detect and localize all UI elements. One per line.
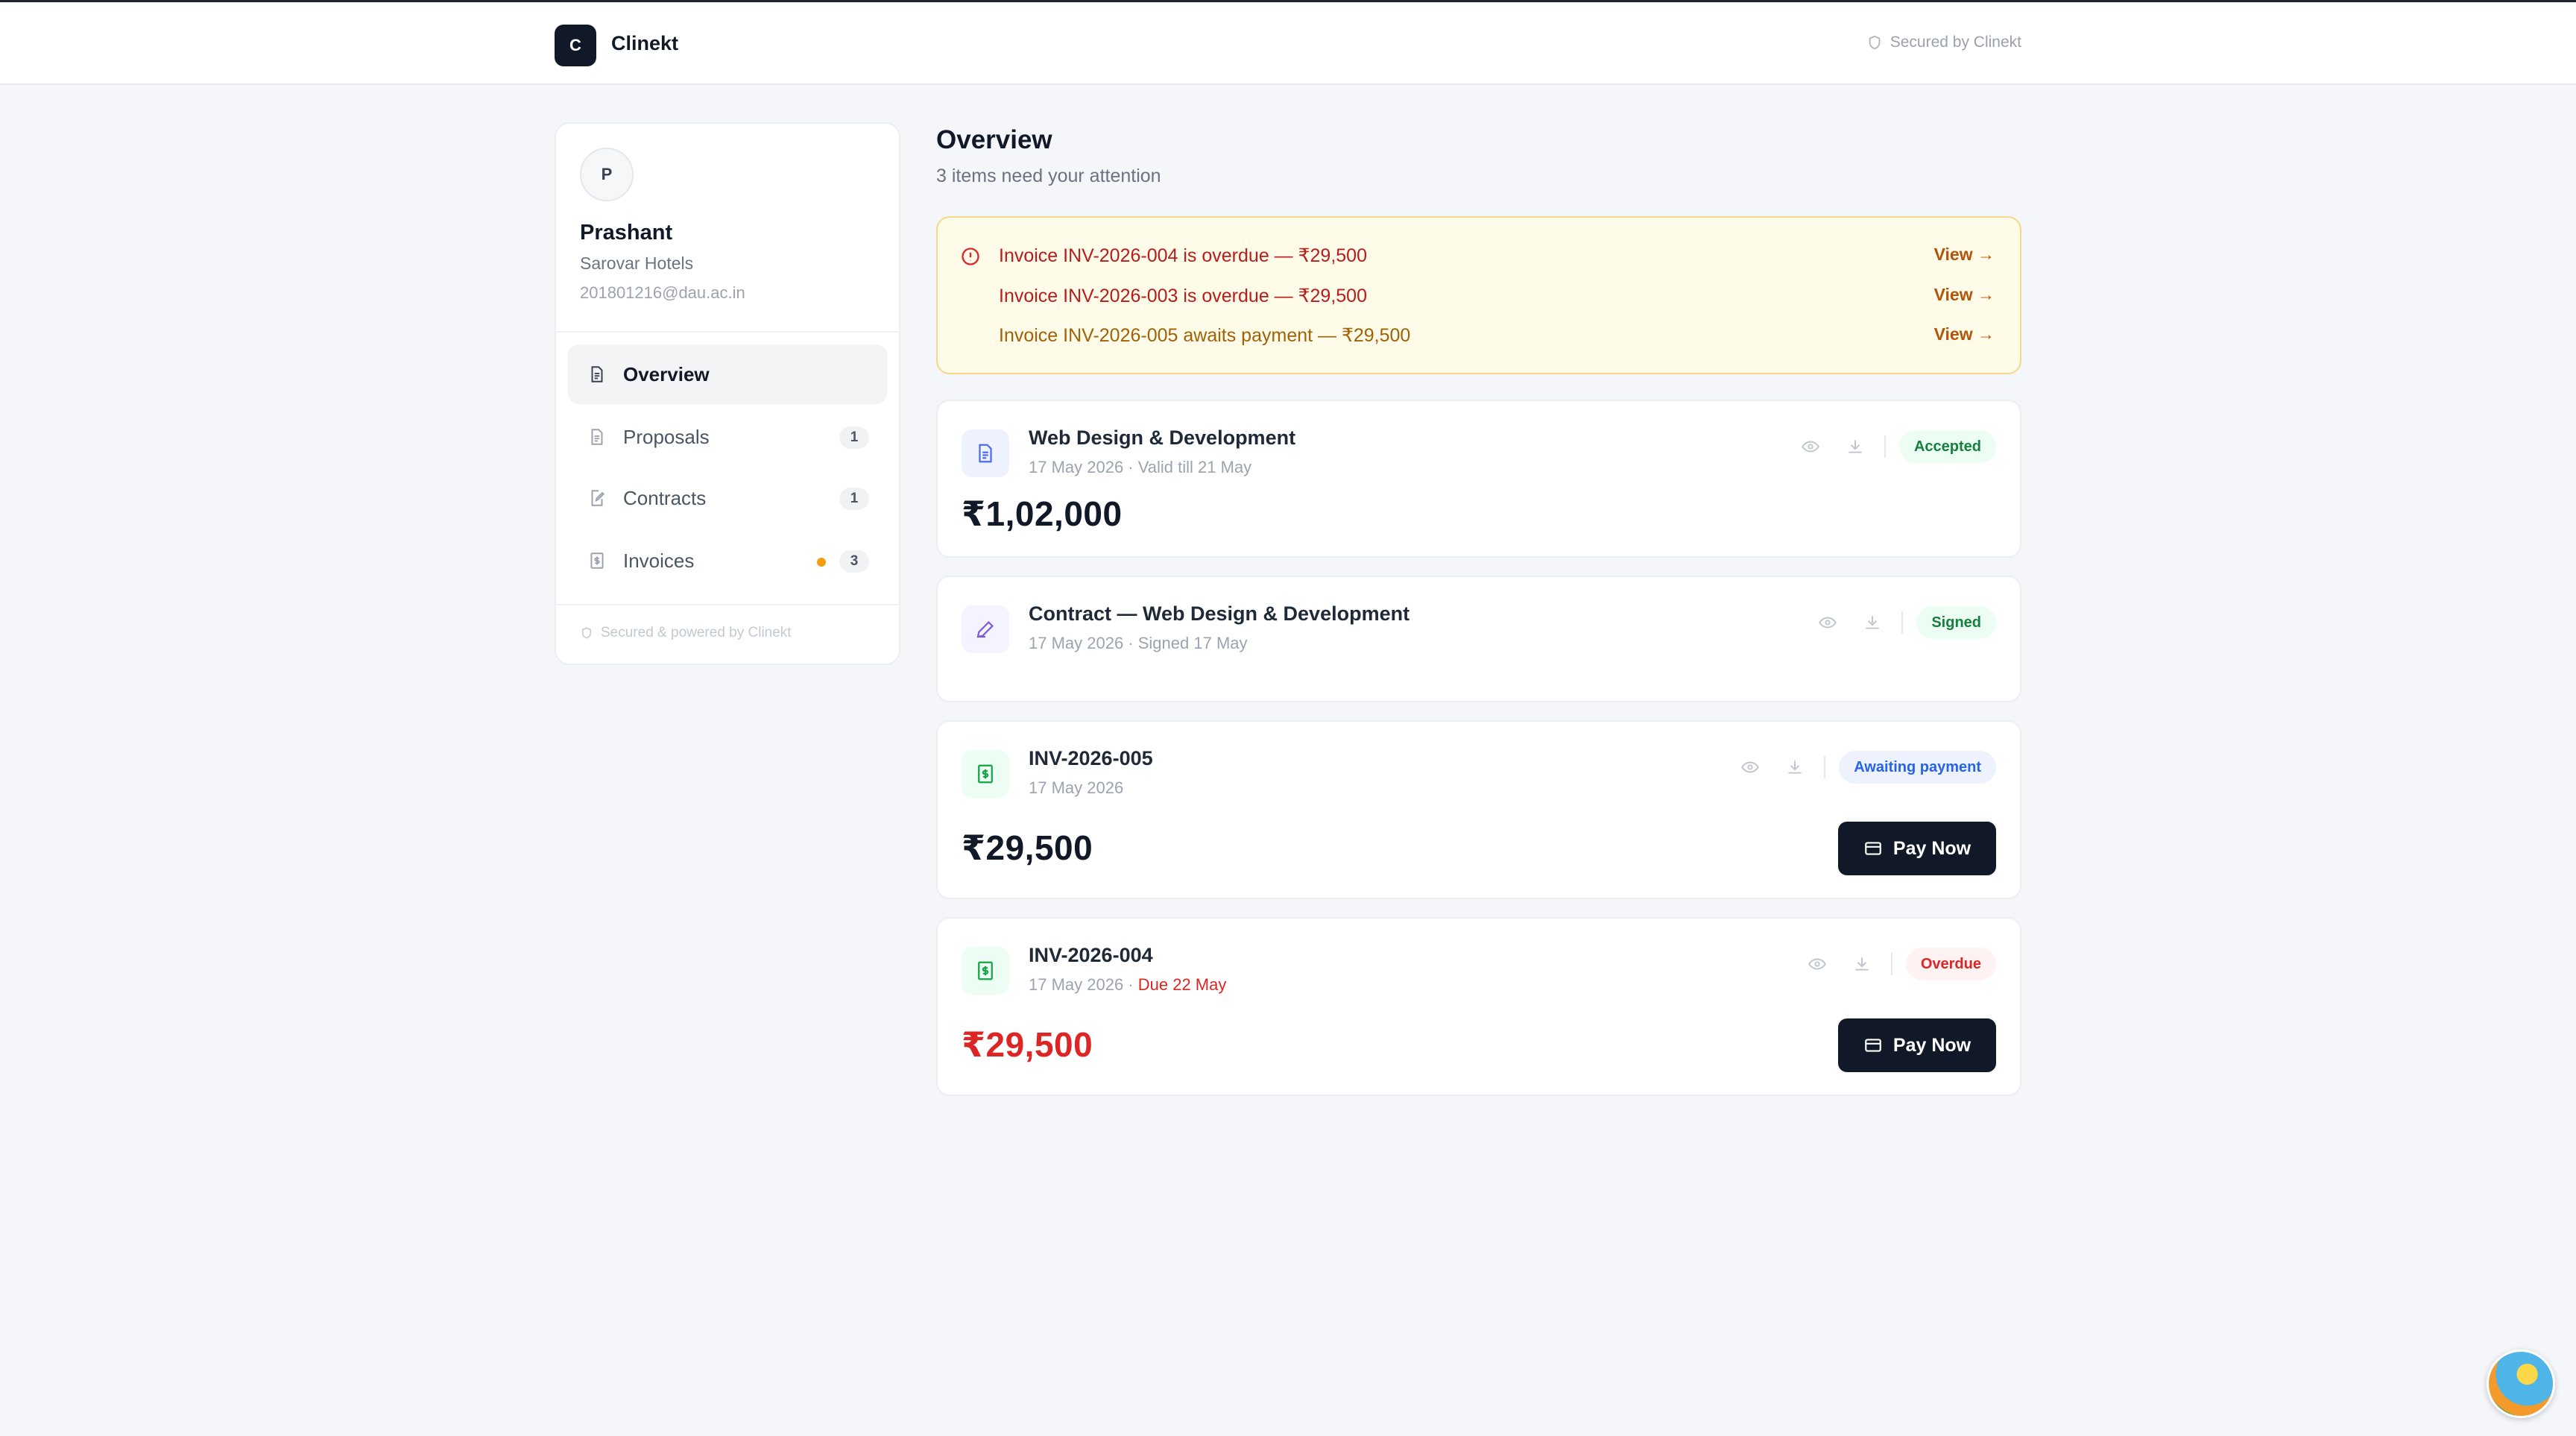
user-email: 201801216@dau.ac.in <box>580 283 745 302</box>
view-eye-icon[interactable] <box>1739 756 1761 778</box>
alert-view-link[interactable]: View → <box>1934 285 1995 305</box>
document-icon <box>591 429 603 445</box>
sidebar-footer-label: Secured & powered by Clinekt <box>601 625 792 640</box>
card-meta: 17 May 2026 · Signed 17 May <box>1029 634 1248 652</box>
sidebar-item-overview[interactable]: Overview <box>568 344 887 404</box>
user-company: Sarovar Hotels <box>580 253 694 273</box>
download-icon[interactable] <box>1784 756 1806 778</box>
invoice-icon <box>962 947 1009 995</box>
download-icon[interactable] <box>1851 953 1873 975</box>
status-badge: Signed <box>1916 606 1996 639</box>
alert-view-link[interactable]: View → <box>1934 324 1995 344</box>
sidebar-divider <box>556 604 899 605</box>
card-actions: Overdue <box>1784 947 1996 981</box>
sidebar-item-contracts[interactable]: Contracts 1 <box>568 468 887 528</box>
action-divider <box>1901 611 1904 634</box>
alert-row: Invoice INV-2026-005 awaits payment — ₹2… <box>938 320 2020 350</box>
credit-card-icon <box>1865 842 1881 855</box>
card-title: Contract — Web Design & Development <box>1029 602 1410 625</box>
unread-dot <box>817 558 826 567</box>
sidebar: P Prashant Sarovar Hotels 201801216@dau.… <box>555 122 900 665</box>
document-icon <box>591 366 603 382</box>
receipt-icon <box>978 764 993 784</box>
page-subtitle: 3 items need your attention <box>936 166 1161 186</box>
attention-alert: Invoice INV-2026-004 is overdue — ₹29,50… <box>936 216 2021 374</box>
pen-icon <box>976 621 994 638</box>
card-meta: 17 May 2026 · Due 22 May <box>1029 975 1226 995</box>
view-eye-icon[interactable] <box>1799 435 1822 458</box>
alert-text: Invoice INV-2026-004 is overdue — ₹29,50… <box>999 245 1367 266</box>
status-badge: Awaiting payment <box>1839 751 1996 784</box>
sidebar-item-proposals[interactable]: Proposals 1 <box>568 407 887 467</box>
card-meta: 17 May 2026 <box>1029 778 1124 797</box>
shield-icon <box>582 627 591 639</box>
contract-icon <box>962 605 1009 653</box>
brand-logo[interactable]: C <box>555 25 596 66</box>
due-date: Due 22 May <box>1137 975 1227 994</box>
invoice-card[interactable]: INV-2026-005 17 May 2026 Awaiting paymen… <box>936 720 2021 899</box>
floating-profile-avatar[interactable] <box>2487 1350 2555 1418</box>
view-eye-icon[interactable] <box>1806 953 1828 975</box>
credit-card-icon <box>1865 1039 1881 1052</box>
pay-now-button[interactable]: Pay Now <box>1838 822 1996 875</box>
view-eye-icon[interactable] <box>1816 611 1839 634</box>
action-divider <box>1884 435 1886 458</box>
receipt-icon <box>978 961 993 980</box>
action-divider <box>1890 953 1892 975</box>
contract-card[interactable]: Contract — Web Design & Development 17 M… <box>936 576 2021 702</box>
count-badge: 3 <box>839 550 869 573</box>
count-badge: 1 <box>839 426 869 449</box>
sidebar-item-invoices[interactable]: Invoices 3 <box>568 531 887 591</box>
pay-now-label: Pay Now <box>1892 1034 1972 1056</box>
pay-now-button[interactable]: Pay Now <box>1838 1018 1996 1072</box>
card-title: INV-2026-005 <box>1029 747 1153 769</box>
avatar: P <box>580 148 634 201</box>
card-meta-date: 17 May 2026 · <box>1029 975 1138 994</box>
status-badge: Overdue <box>1905 948 1996 980</box>
secured-label: Secured by Clinekt <box>1890 34 2021 51</box>
receipt-icon <box>590 552 604 569</box>
card-amount: ₹29,500 <box>962 1025 1093 1064</box>
alert-view-link[interactable]: View → <box>1934 245 1995 265</box>
shield-icon <box>1869 35 1881 50</box>
sidebar-item-label: Invoices <box>623 549 695 572</box>
sidebar-item-label: Contracts <box>623 486 707 509</box>
alert-row: Invoice INV-2026-003 is overdue — ₹29,50… <box>938 280 2020 310</box>
alert-row: Invoice INV-2026-004 is overdue — ₹29,50… <box>938 240 2020 270</box>
alert-text: Invoice INV-2026-005 awaits payment — ₹2… <box>999 325 1411 346</box>
proposal-icon <box>962 429 1009 477</box>
alert-circle-icon <box>962 248 979 265</box>
download-icon[interactable] <box>1844 435 1866 458</box>
status-badge: Accepted <box>1898 430 1996 463</box>
card-title: Web Design & Development <box>1029 426 1296 449</box>
card-amount: ₹29,500 <box>962 828 1093 867</box>
invoice-card[interactable]: INV-2026-004 17 May 2026 · Due 22 May Ov… <box>936 917 2021 1096</box>
pay-now-label: Pay Now <box>1892 837 1972 859</box>
card-actions: Accepted <box>1777 429 1996 464</box>
sidebar-footer: Secured & powered by Clinekt <box>580 625 792 641</box>
page-title: Overview <box>936 125 1052 154</box>
document-icon <box>979 444 992 463</box>
card-actions: Awaiting payment <box>1717 750 1996 784</box>
sidebar-item-label: Proposals <box>623 425 710 448</box>
top-bar: C Clinekt Secured by Clinekt <box>0 0 2576 85</box>
sidebar-divider <box>556 331 899 333</box>
card-actions: Signed <box>1794 605 1996 640</box>
invoice-icon <box>962 750 1009 798</box>
user-name: Prashant <box>580 221 673 245</box>
card-title: INV-2026-004 <box>1029 944 1153 966</box>
sidebar-item-label: Overview <box>623 362 710 385</box>
download-icon[interactable] <box>1861 611 1884 634</box>
action-divider <box>1824 756 1826 778</box>
card-amount: ₹1,02,000 <box>962 494 1123 533</box>
alert-text: Invoice INV-2026-003 is overdue — ₹29,50… <box>999 286 1367 306</box>
brand-name[interactable]: Clinekt <box>611 32 678 55</box>
edit-document-icon <box>591 490 605 506</box>
secured-badge: Secured by Clinekt <box>1866 34 2021 51</box>
card-meta: 17 May 2026 · Valid till 21 May <box>1029 458 1252 476</box>
proposal-card[interactable]: Web Design & Development 17 May 2026 · V… <box>936 400 2021 558</box>
count-badge: 1 <box>839 488 869 510</box>
